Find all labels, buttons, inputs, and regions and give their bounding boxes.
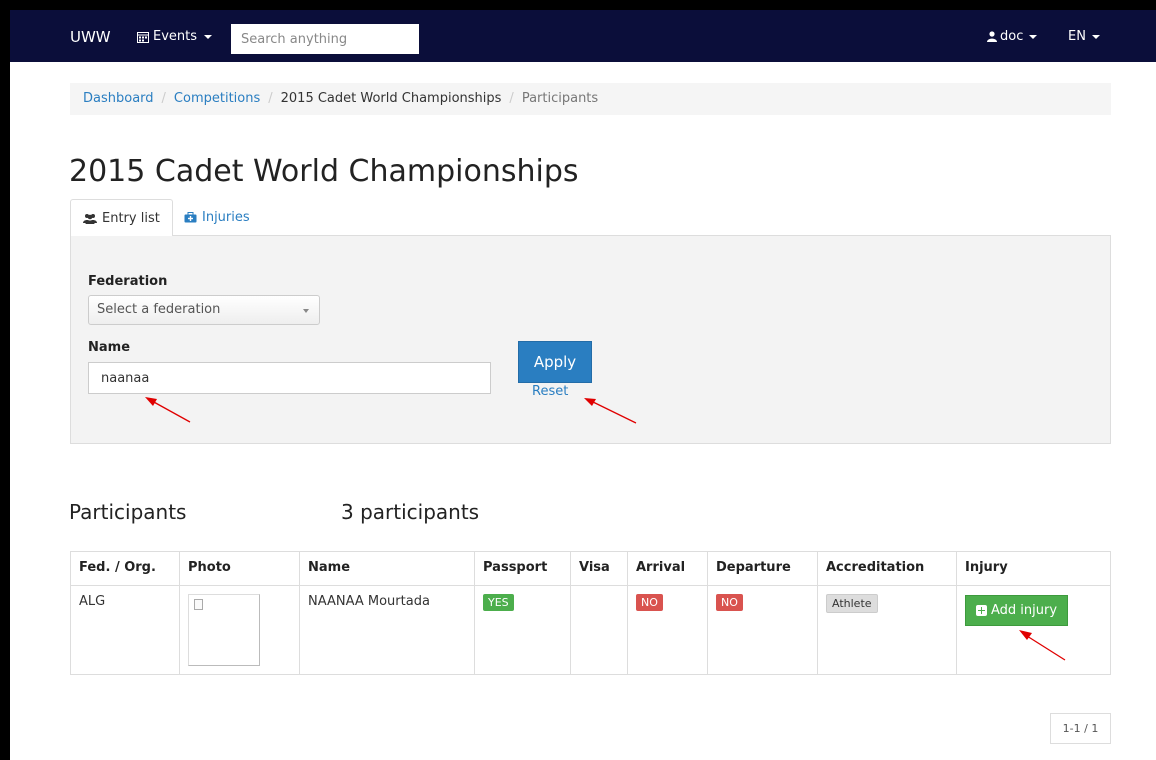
breadcrumb-separator: / <box>268 91 273 106</box>
column-header-accreditation[interactable]: Accreditation <box>817 551 957 586</box>
search-input[interactable] <box>231 24 419 54</box>
cell-departure: NO <box>707 585 818 675</box>
users-icon <box>83 213 97 224</box>
column-header-departure[interactable]: Departure <box>707 551 818 586</box>
federation-select[interactable]: Select a federation <box>88 295 320 325</box>
participants-count: 3 participants <box>341 500 480 524</box>
tab-entry-list-label: Entry list <box>102 210 160 226</box>
breadcrumb-dashboard[interactable]: Dashboard <box>83 91 154 107</box>
events-menu-label: Events <box>153 29 198 44</box>
cell-injury: Add injury <box>956 585 1111 675</box>
plus-square-icon <box>976 605 987 616</box>
chevron-down-icon <box>204 34 213 39</box>
athlete-photo[interactable] <box>188 594 260 666</box>
accreditation-badge: Athlete <box>826 594 878 613</box>
top-navbar: UWW Events doc EN <box>10 10 1156 62</box>
breadcrumb-competition: 2015 Cadet World Championships <box>280 91 502 106</box>
federation-label: Federation <box>88 274 168 289</box>
chevron-down-icon <box>1029 34 1038 39</box>
calendar-icon <box>137 31 149 43</box>
cell-name: NAANAA Mourtada <box>299 585 475 675</box>
participants-heading: Participants <box>69 500 187 524</box>
column-header-injury[interactable]: Injury <box>956 551 1111 586</box>
cell-visa <box>570 585 628 675</box>
cell-passport: YES <box>474 585 571 675</box>
name-field[interactable] <box>88 362 491 394</box>
broken-image-icon <box>194 599 203 610</box>
chevron-down-icon <box>1091 34 1100 39</box>
cell-photo <box>179 585 300 675</box>
tab-injuries-label: Injuries <box>202 210 250 225</box>
breadcrumb-participants: Participants <box>521 91 599 106</box>
user-menu[interactable]: doc <box>987 29 1038 44</box>
arrival-badge: NO <box>636 594 663 611</box>
breadcrumb-competitions[interactable]: Competitions <box>174 91 260 107</box>
cell-accreditation: Athlete <box>817 585 957 675</box>
language-menu[interactable]: EN <box>1068 29 1100 44</box>
column-header-photo[interactable]: Photo <box>179 551 300 586</box>
app-frame: UWW Events doc EN <box>10 10 1156 760</box>
passport-badge: YES <box>483 594 514 611</box>
federation-select-placeholder: Select a federation <box>97 302 221 317</box>
column-header-arrival[interactable]: Arrival <box>627 551 708 586</box>
column-header-fed[interactable]: Fed. / Org. <box>70 551 180 586</box>
apply-button[interactable]: Apply <box>518 341 592 383</box>
reset-link[interactable]: Reset <box>532 384 568 399</box>
column-header-visa[interactable]: Visa <box>570 551 628 586</box>
column-header-passport[interactable]: Passport <box>474 551 571 586</box>
tab-injuries[interactable]: Injuries <box>172 199 262 236</box>
table-row: ALG NAANAA Mourtada YES NO NO Athlete Ad… <box>70 585 1111 675</box>
departure-badge: NO <box>716 594 743 611</box>
pagination-info: 1-1 / 1 <box>1050 713 1111 744</box>
user-icon <box>987 31 997 42</box>
breadcrumb-separator: / <box>161 91 166 106</box>
participants-table: Fed. / Org. Photo Name Passport Visa Arr… <box>70 551 1111 675</box>
language-menu-label: EN <box>1068 29 1086 44</box>
cell-arrival: NO <box>627 585 708 675</box>
name-label: Name <box>88 340 131 355</box>
tab-entry-list[interactable]: Entry list <box>70 199 173 237</box>
breadcrumb: Dashboard / Competitions / 2015 Cadet Wo… <box>70 83 1111 115</box>
column-header-name[interactable]: Name <box>299 551 475 586</box>
breadcrumb-separator: / <box>509 91 514 106</box>
user-menu-label: doc <box>1000 29 1024 44</box>
events-menu[interactable]: Events <box>137 29 213 44</box>
page-title: 2015 Cadet World Championships <box>69 154 579 189</box>
medkit-icon <box>184 212 197 223</box>
table-header-row: Fed. / Org. Photo Name Passport Visa Arr… <box>70 551 1111 586</box>
add-injury-label: Add injury <box>991 603 1058 618</box>
brand-logo[interactable]: UWW <box>70 28 111 46</box>
add-injury-button[interactable]: Add injury <box>965 595 1069 626</box>
cell-fed: ALG <box>70 585 180 675</box>
chevron-down-icon <box>303 309 309 313</box>
tab-bar: Entry list Injuries <box>70 199 1111 237</box>
filter-panel: Federation Select a federation Name Appl… <box>70 236 1111 444</box>
